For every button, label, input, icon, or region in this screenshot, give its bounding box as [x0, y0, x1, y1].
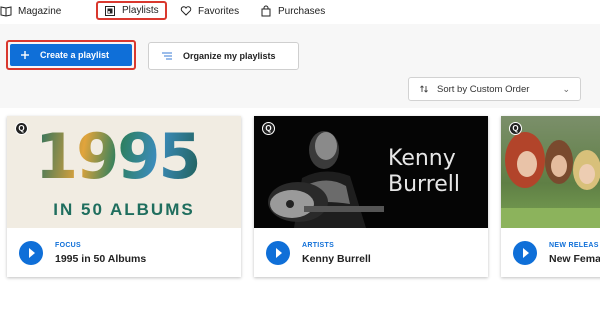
play-button[interactable] [266, 241, 290, 265]
nav-label-magazine: Magazine [18, 5, 62, 17]
create-playlist-highlight: Create a playlist [6, 40, 136, 70]
nav-label-purchases: Purchases [278, 5, 326, 17]
qobuz-badge-icon: Q [509, 122, 522, 135]
sort-dropdown-label: Sort by Custom Order [437, 83, 530, 95]
heart-icon [180, 6, 192, 16]
shopping-bag-icon [261, 5, 271, 17]
cover-subtitle: IN 50 ALBUMS [53, 200, 195, 219]
cover-title-1995: 1995 [35, 120, 202, 193]
top-nav: Magazine Playlists Favorites Purchases [0, 0, 600, 24]
play-button[interactable] [513, 241, 537, 265]
nav-label-playlists: Playlists [122, 5, 159, 16]
magazine-icon [0, 6, 12, 17]
nav-item-playlists[interactable]: Playlists [96, 1, 167, 20]
create-playlist-label: Create a playlist [40, 50, 110, 60]
nav-item-purchases[interactable]: Purchases [260, 2, 325, 20]
card-title[interactable]: Kenny Burrell [302, 253, 371, 265]
playlist-card-1995[interactable]: 1995 IN 50 ALBUMS Q FOCUS 1995 in 50 Alb… [7, 116, 241, 277]
playlist-icon [105, 5, 115, 16]
create-playlist-button[interactable]: Create a playlist [10, 44, 132, 66]
guitarist-photo [268, 131, 384, 228]
cover-artist-line-1: Kenny [388, 146, 456, 171]
card-title[interactable]: New Fema [549, 253, 600, 265]
playlist-cover: Kenny Burrell [254, 116, 488, 228]
playlist-card-kenny-burrell[interactable]: Kenny Burrell Q ARTISTS Kenny Burrell [254, 116, 488, 277]
playlist-card-new-releases[interactable]: Q NEW RELEAS New Fema [501, 116, 600, 277]
card-category: FOCUS [55, 242, 81, 249]
sort-dropdown[interactable]: Sort by Custom Order ⌄ [408, 77, 581, 101]
plus-icon [21, 51, 29, 59]
nav-label-favorites: Favorites [198, 5, 240, 17]
card-category: ARTISTS [302, 242, 335, 249]
card-category: NEW RELEAS [549, 242, 599, 249]
organize-playlists-button[interactable]: Organize my playlists [148, 42, 299, 70]
list-sort-icon [162, 52, 172, 60]
cover-artist-name: Kenny Burrell [388, 146, 460, 198]
organize-playlists-label: Organize my playlists [183, 51, 276, 61]
nav-item-magazine[interactable]: Magazine [0, 2, 61, 20]
nav-item-favorites[interactable]: Favorites [180, 2, 239, 20]
playlist-cover: 1995 IN 50 ALBUMS [7, 116, 241, 228]
qobuz-badge-icon: Q [15, 122, 28, 135]
card-title[interactable]: 1995 in 50 Albums [55, 253, 146, 265]
sort-arrows-icon [420, 85, 428, 93]
qobuz-badge-icon: Q [262, 122, 275, 135]
play-button[interactable] [19, 241, 43, 265]
cover-artist-line-2: Burrell [388, 172, 461, 197]
chevron-down-icon: ⌄ [562, 84, 570, 94]
